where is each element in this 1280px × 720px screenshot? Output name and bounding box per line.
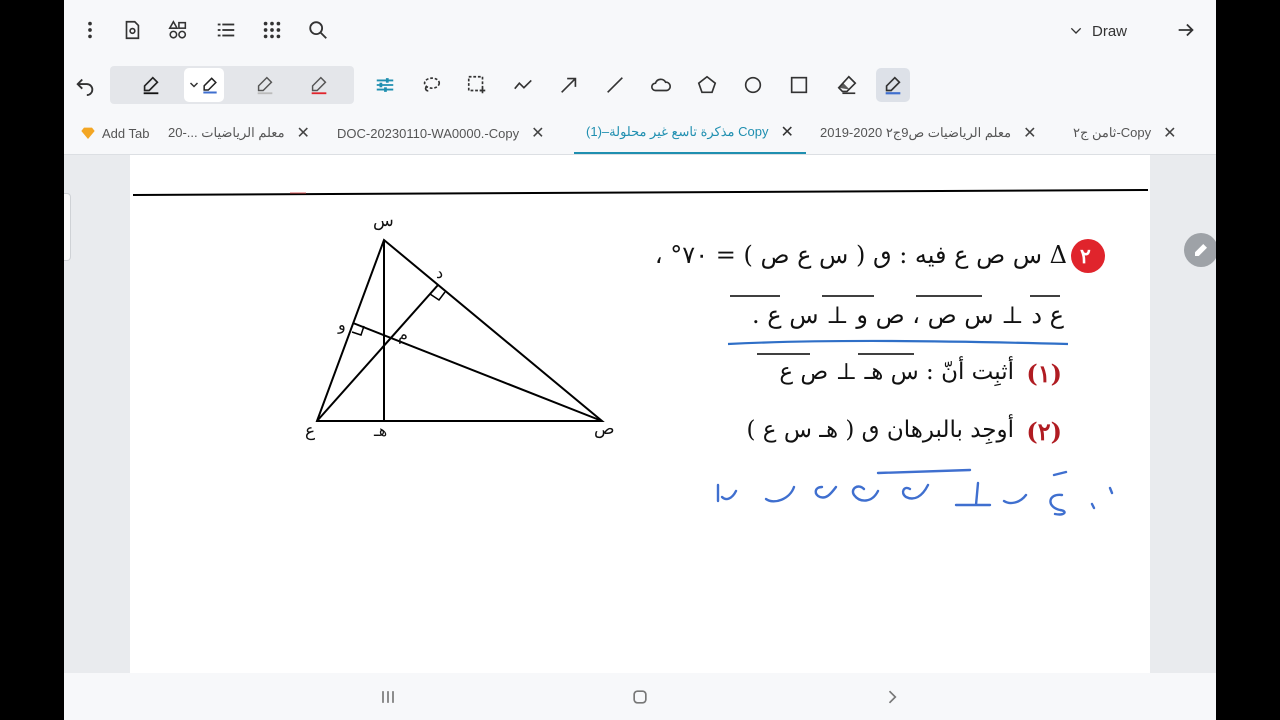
pentagon-tool-icon[interactable]: [690, 68, 724, 102]
document-tabs: Add Tab معلم الرياضيات ...-20 ✕ DOC-2023…: [64, 112, 1216, 155]
back-icon[interactable]: [872, 681, 912, 713]
question-1-number: (١): [1026, 359, 1062, 388]
chevron-down-icon: [1070, 27, 1082, 34]
tab-label: معلم الرياضيات ص9ج٢ 2020-2019: [820, 125, 1012, 140]
problem-line-1: Δ س ص ع فيه : ٯ ( س ع ص ) = ٧٠° ،: [654, 241, 1067, 269]
label-point-m: م: [398, 325, 408, 344]
label-foot-h: هـ: [374, 421, 388, 440]
red-pen-icon[interactable]: [302, 68, 336, 102]
circle-tool-icon[interactable]: [736, 68, 770, 102]
lasso-icon[interactable]: [414, 68, 448, 102]
label-point-d: د: [436, 263, 444, 282]
label-point-w: و: [338, 315, 346, 334]
undo-icon[interactable]: [68, 68, 102, 102]
close-icon[interactable]: ✕: [297, 123, 310, 143]
question-2-number: (٢): [1026, 417, 1062, 446]
app-window: Draw Add Tab معلم الرياضيات ...-20 ✕ DOC…: [64, 0, 1216, 720]
page-settings-icon[interactable]: [116, 14, 148, 46]
pencil-icon: [1195, 244, 1207, 256]
draw-mode-dropdown[interactable]: Draw: [1068, 16, 1127, 46]
label-left-vertex: ع: [305, 421, 316, 441]
document-page[interactable]: س ع ص هـ د و م ٢ Δ س ص ع فيه : ٯ ( س ع ص…: [130, 155, 1150, 673]
system-navigation-bar: [64, 673, 1216, 720]
problem-number: ٢: [1080, 244, 1091, 268]
shapes-icon[interactable]: [162, 14, 194, 46]
line-tool-icon[interactable]: [598, 68, 632, 102]
tab-5[interactable]: معلم الرياضيات ...-20 ✕: [168, 112, 310, 154]
right-angle-d: [429, 291, 446, 302]
light-pen-icon[interactable]: [248, 68, 282, 102]
draw-mode-label: Draw: [1092, 22, 1128, 40]
tab-label: ثامن ج٢-Copy: [1073, 125, 1152, 140]
tab-2[interactable]: معلم الرياضيات ص9ج٢ 2020-2019 ✕: [820, 112, 1036, 154]
add-tab-label: Add Tab: [102, 125, 150, 141]
altitude-ad: [316, 284, 439, 422]
label-right-vertex: ص: [594, 419, 615, 439]
tab-1[interactable]: ثامن ج٢-Copy ✕: [1073, 112, 1177, 154]
tab-active[interactable]: مذكرة تاسع غير محلولة–(1) Copy ✕: [574, 112, 806, 154]
search-icon[interactable]: [302, 14, 334, 46]
tab-4[interactable]: DOC-20230110-WA0000.-Copy ✕: [337, 112, 545, 154]
document-viewport[interactable]: س ع ص هـ د و م ٢ Δ س ص ع فيه : ٯ ( س ع ص…: [64, 155, 1216, 673]
handwritten-annotation: [716, 468, 1114, 516]
close-icon[interactable]: ✕: [1163, 123, 1176, 143]
drawing-toolbar: [64, 62, 1216, 112]
underline-annotation: [727, 339, 1069, 346]
highlighter-icon[interactable]: [876, 68, 910, 102]
blue-pen-icon: [203, 77, 217, 94]
list-icon[interactable]: [210, 14, 242, 46]
apps-grid-icon[interactable]: [256, 14, 288, 46]
arrow-forward-icon[interactable]: [1170, 14, 1202, 46]
pen-settings-icon[interactable]: [368, 68, 402, 102]
triangle-figure: [315, 238, 605, 422]
edit-pencil-button[interactable]: [1184, 233, 1216, 267]
recent-apps-icon[interactable]: [368, 681, 408, 713]
cloud-tool-icon[interactable]: [644, 68, 678, 102]
diamond-icon: [81, 127, 95, 139]
home-icon[interactable]: [620, 681, 660, 713]
close-icon[interactable]: ✕: [1023, 123, 1036, 143]
top-bar: Draw: [64, 0, 1216, 62]
rect-select-icon[interactable]: [460, 68, 494, 102]
side-panel-handle[interactable]: [64, 193, 71, 261]
add-tab-button[interactable]: Add Tab: [80, 112, 149, 154]
blue-pen-selected[interactable]: [184, 68, 224, 102]
tab-label: مذكرة تاسع غير محلولة–(1) Copy: [586, 124, 769, 139]
page-drawing: [132, 189, 1149, 516]
close-icon[interactable]: ✕: [781, 122, 794, 142]
question-2-text: أوجِد بالبرهان ٯ ( هـ س ع ): [746, 417, 1015, 443]
rectangle-tool-icon[interactable]: [782, 68, 816, 102]
black-pen-icon[interactable]: [134, 68, 168, 102]
tab-label: DOC-20230110-WA0000.-Copy: [337, 125, 520, 141]
close-icon[interactable]: ✕: [531, 123, 544, 143]
arrow-tool-icon[interactable]: [552, 68, 586, 102]
more-vert-icon[interactable]: [74, 14, 106, 46]
problem-line-2: ع د ⊥ س ص ، ص و ⊥ س ع .: [752, 301, 1064, 329]
question-1-text: أثبِت أنّ : س هـ ⊥ ص ع: [779, 359, 1014, 385]
label-top-vertex: س: [373, 211, 394, 231]
triangle-sxa: [315, 238, 605, 422]
pen-presets: [110, 66, 354, 104]
chevron-down-icon: [189, 82, 199, 88]
eraser-icon[interactable]: [830, 68, 864, 102]
freehand-icon[interactable]: [506, 68, 540, 102]
tab-label: معلم الرياضيات ...-20: [168, 125, 285, 140]
